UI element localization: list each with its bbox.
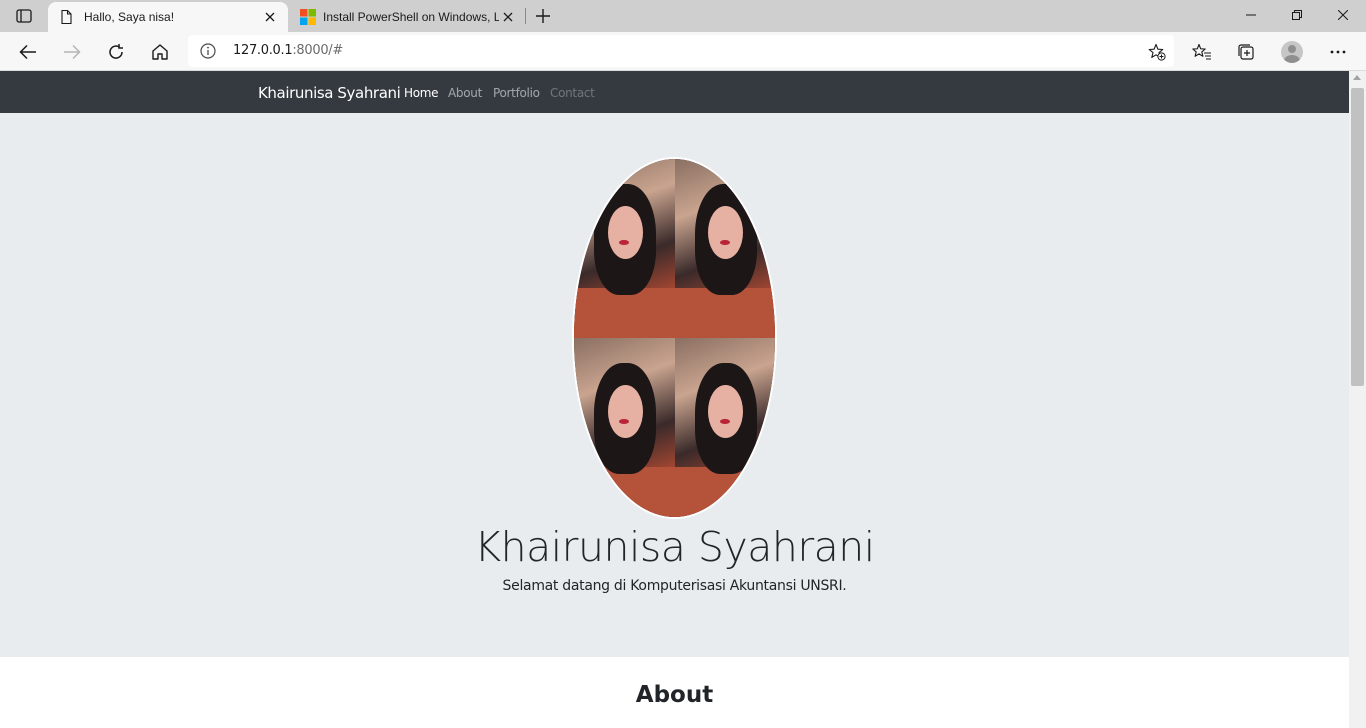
navbar-brand[interactable]: Khairunisa Syahrani: [258, 84, 401, 102]
minimize-icon: [1246, 14, 1256, 16]
nav-contact[interactable]: Contact: [550, 86, 595, 100]
microsoft-logo-icon: [300, 9, 316, 25]
address-host: 127.0.0.1: [233, 43, 293, 58]
more-button[interactable]: [1324, 38, 1352, 66]
tab-separator: [525, 8, 526, 24]
scroll-up-arrow-icon[interactable]: [1353, 75, 1361, 80]
site-navbar: Khairunisa Syahrani Home About Portfolio…: [0, 71, 1349, 113]
hero-name: Khairunisa Syahrani: [474, 523, 875, 571]
tab-close-button[interactable]: [262, 9, 278, 25]
page-scrollbar[interactable]: [1349, 71, 1366, 728]
tab-inactive[interactable]: Install PowerShell on Windows, L: [290, 2, 526, 32]
forward-button[interactable]: [58, 38, 86, 66]
nav-home[interactable]: Home: [404, 86, 439, 100]
info-icon[interactable]: [200, 43, 216, 59]
profile-avatar: [1281, 41, 1303, 63]
address-bar[interactable]: 127.0.0.1:8000/#: [188, 35, 1174, 67]
photo-tile: [574, 338, 675, 517]
back-button[interactable]: [14, 38, 42, 66]
scrollbar-thumb[interactable]: [1351, 88, 1364, 386]
new-tab-button[interactable]: [533, 6, 553, 26]
collections-icon: [1238, 44, 1254, 60]
close-icon: [265, 12, 275, 22]
refresh-icon: [109, 44, 123, 59]
plus-icon: [536, 9, 550, 23]
photo-tile: [674, 159, 775, 338]
hero-jumbotron: Khairunisa Syahrani Selamat datang di Ko…: [0, 113, 1349, 657]
profile-photo: [572, 157, 777, 519]
page-icon: [61, 9, 72, 25]
photo-tile: [674, 338, 775, 517]
restore-button[interactable]: [1274, 0, 1320, 30]
photo-tile: [574, 159, 675, 338]
about-section-title: About: [635, 682, 714, 708]
close-icon: [503, 12, 513, 22]
add-favorite-icon[interactable]: [1148, 43, 1166, 61]
page-viewport: Khairunisa Syahrani Home About Portfolio…: [0, 71, 1366, 728]
hero-subtitle: Selamat datang di Komputerisasi Akuntans…: [502, 578, 847, 594]
browser-tab-strip: Hallo, Saya nisa! Install PowerShell on …: [0, 0, 1366, 32]
close-window-button[interactable]: [1320, 0, 1366, 30]
home-icon: [152, 44, 168, 60]
forward-icon: [64, 44, 81, 60]
favorites-icon: [1192, 43, 1211, 60]
close-icon: [1338, 10, 1348, 20]
refresh-button[interactable]: [102, 38, 130, 66]
home-button[interactable]: [146, 38, 174, 66]
more-icon: [1330, 50, 1346, 54]
collections-button[interactable]: [1232, 38, 1260, 66]
tab-active[interactable]: Hallo, Saya nisa!: [48, 2, 288, 32]
address-path: :8000/#: [292, 43, 343, 58]
tab-actions-button[interactable]: [10, 7, 38, 25]
nav-about[interactable]: About: [448, 86, 482, 100]
profile-button[interactable]: [1278, 38, 1306, 66]
back-icon: [19, 44, 36, 60]
restore-icon: [1292, 10, 1302, 20]
favorites-button[interactable]: [1188, 38, 1216, 66]
tab-title: Hallo, Saya nisa!: [84, 10, 175, 24]
tab-close-button[interactable]: [500, 9, 516, 25]
nav-portfolio[interactable]: Portfolio: [493, 86, 540, 100]
tab-actions-icon: [16, 9, 32, 23]
minimize-button[interactable]: [1228, 0, 1274, 30]
browser-toolbar: 127.0.0.1:8000/#: [0, 32, 1366, 71]
tab-title: Install PowerShell on Windows, L: [323, 10, 499, 24]
address-url: 127.0.0.1:8000/#: [233, 43, 343, 58]
